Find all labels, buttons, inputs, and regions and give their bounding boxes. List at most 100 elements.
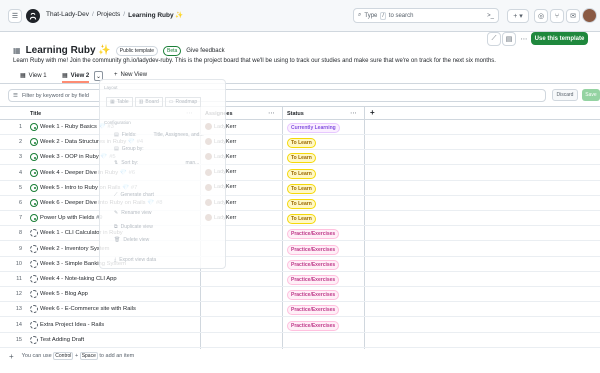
draft-issue-icon [30,335,38,344]
table-row[interactable]: 15 Test Adding Draft [0,333,600,348]
add-item-row[interactable]: + You can use Control + Space to add an … [0,349,600,363]
row-title[interactable]: Test Adding Draft [40,337,84,343]
menu-generate-chart[interactable]: ⟋ Generate chart [114,192,154,198]
menu-delete-view[interactable]: 🗑 Delete view [114,237,149,243]
create-new-button[interactable]: + ▾ [507,9,529,23]
table-row[interactable]: 2Week 2 - Data Structures in Ruby 💎 #4La… [0,135,600,151]
status-badge[interactable]: Practice/Exercises [287,275,340,285]
view-options-menu: Layout ▦ Table ▥ Board ▭ Roadmap Configurat… [99,79,226,269]
table-row[interactable]: 1Week 1 - Ruby Basics 💎 #3LadyKerrCurren… [0,120,600,135]
draft-issue-icon [30,275,38,283]
table-row[interactable]: 3Week 3 - OOP in Ruby 💎 #5LadyKerrTo Lea… [0,150,600,166]
column-status-header[interactable]: Status [287,111,304,117]
tab-new-view[interactable]: + New View [114,72,147,78]
search-icon: ⌕ [358,12,362,18]
row-number: 9 [18,245,22,252]
table-row[interactable]: 10 Week 3 - Simple Banking System Practic… [0,257,600,272]
table-row[interactable]: 12 Week 5 - Blog App Practice/Exercises [0,287,600,303]
issues-icon[interactable]: ◎ [534,9,548,23]
tab-view-1[interactable]: ▦ View 1 [20,72,47,80]
layout-board-option[interactable]: ▥ Board [134,97,163,107]
table-row[interactable]: 14 Extra Project Idea - Rails Practice/Ex… [0,318,600,333]
breadcrumb-project[interactable]: Learning Ruby ✨ [128,11,183,19]
layout-roadmap-option[interactable]: ▭ Roadmap [164,97,202,107]
project-template-icon: ▦ [13,46,21,55]
discard-button[interactable]: Discard [552,89,578,101]
row-number: 7 [18,215,22,222]
table-header: Title ⋯ Assignees ⋯ Status ⋯ + [0,106,600,120]
menu-export-view-data[interactable]: ⤓ Export view data [114,257,156,263]
filter-input[interactable]: ☰ Filter by keyword or by field [8,89,546,102]
status-badge[interactable]: To Learn [287,183,316,194]
status-badge[interactable]: To Learn [287,153,316,164]
more-options-icon[interactable]: ⋯ [517,32,531,46]
hamburger-menu-button[interactable]: ☰ [8,9,22,23]
column-title-header[interactable]: Title [30,111,41,117]
table-icon: ▦ [20,73,26,79]
download-icon: ⤓ [114,257,117,263]
status-badge[interactable]: Practice/Exercises [287,290,340,301]
column-options-icon[interactable]: ⋯ [350,109,357,117]
breadcrumb-owner[interactable]: That-Lady-Dev [46,11,89,19]
open-issue-icon [30,123,38,131]
inbox-icon[interactable]: ✉ [566,9,580,23]
global-search-input[interactable]: ⌕ Type / to search >_ [353,8,499,23]
menu-group-by[interactable]: ▤ Group by: [114,146,144,152]
beta-badge: Beta [162,45,182,56]
table-row[interactable]: 9 Week 2 - Inventory System Practice/Exer… [0,242,600,257]
row-title[interactable]: Week 6 - E-Commerce site with Rails [40,306,136,312]
filter-icon: ☰ [13,92,18,99]
add-field-icon[interactable]: + [370,108,375,117]
draft-issue-icon [30,320,38,329]
column-options-icon[interactable]: ⋯ [268,109,275,117]
status-badge[interactable]: To Learn [287,168,316,179]
command-palette-icon[interactable]: >_ [487,13,494,19]
status-badge[interactable]: Practice/Exercises [287,244,340,255]
use-template-button[interactable]: Use this template [531,32,588,45]
layout-icon[interactable]: ▤ [502,32,516,46]
status-badge[interactable]: To Learn [287,199,316,209]
insights-icon[interactable]: ⟋ [487,32,501,46]
github-logo-icon[interactable] [26,9,40,23]
breadcrumb-projects[interactable]: Projects [97,11,120,19]
draft-issue-icon [30,259,38,268]
layout-table-option[interactable]: ▦ Table [106,97,133,107]
table-row[interactable]: 6 Week 6 - Deeper Dive into Ruby on Rails… [0,196,600,211]
status-badge[interactable]: Currently Learning [287,123,340,133]
menu-fields[interactable]: ▤ Fields: Title, Assignees, and... [114,132,204,138]
table-row[interactable]: 13 Week 6 - E-Commerce site with Rails Pr… [0,302,600,318]
table-row[interactable]: 11 Week 4 - Note-taking CLI App Practice/… [0,272,600,287]
give-feedback-link[interactable]: Give feedback [186,48,224,54]
row-title[interactable]: Power Up with Fields #9 [40,215,103,221]
menu-sort-by[interactable]: ⇅ Sort by: man... [114,160,199,166]
status-badge[interactable]: Practice/Exercises [287,259,340,270]
save-button[interactable]: Save [582,89,600,101]
row-number: 11 [16,276,22,282]
status-badge[interactable]: To Learn [287,138,316,149]
table-row[interactable]: 5Week 5 - Intro to Ruby on Rails 💎 #7Lad… [0,181,600,196]
status-badge[interactable]: Practice/Exercises [287,305,340,316]
pull-requests-icon[interactable]: ⑂ [550,9,564,23]
sort-icon: ⇅ [114,160,119,166]
status-badge[interactable]: To Learn [287,214,316,225]
avatar[interactable] [582,8,597,23]
row-title[interactable]: Week 4 - Note-taking CLI App [40,276,117,282]
table-row[interactable]: 7Power Up with Fields #9LadyKerrTo Learn [0,211,600,227]
fields-icon: ▤ [114,132,119,138]
row-number: 10 [15,260,22,267]
row-number: 5 [18,184,22,191]
status-badge[interactable]: Practice/Exercises [287,320,340,331]
status-badge[interactable]: Practice/Exercises [287,229,340,240]
tab-view-2[interactable]: ▦ View 2 [62,72,90,83]
roadmap-icon: ▭ [168,99,174,105]
row-title[interactable]: Extra Project Idea - Rails [40,322,104,328]
table-row[interactable]: 8 Week 1 - CLI Calculator in Ruby Practic… [0,226,600,242]
table-row[interactable]: 4Week 4 - Deeper Dive in Ruby 💎 #6LadyKe… [0,166,600,181]
row-title[interactable]: Week 5 - Blog App [40,291,88,297]
menu-duplicate-view[interactable]: ⧉ Duplicate view [114,224,153,230]
menu-rename-view[interactable]: ✎ Rename view [114,210,152,216]
row-number: 6 [18,200,22,206]
open-issue-icon [30,214,38,223]
layout-switcher: ▦ Table ▥ Board ▭ Roadmap [106,97,202,107]
row-number: 12 [15,291,22,298]
